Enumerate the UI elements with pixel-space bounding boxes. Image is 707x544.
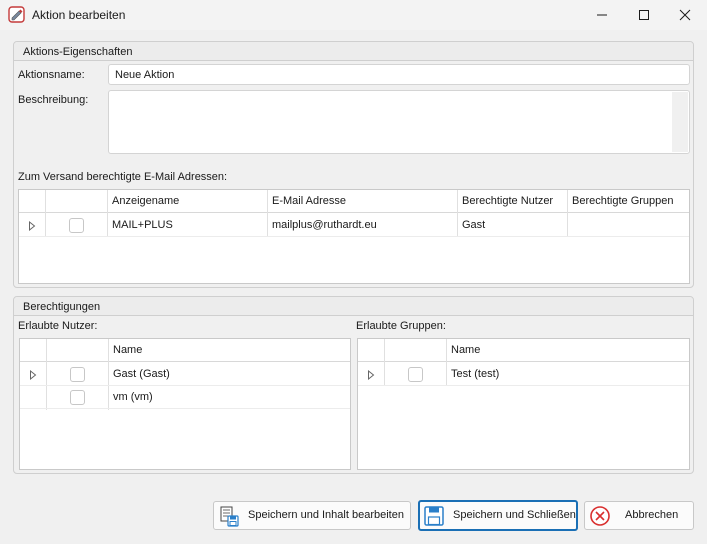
save-disk-icon <box>424 506 444 526</box>
minimize-icon <box>597 14 607 16</box>
row-expand-icon[interactable] <box>29 370 37 380</box>
title-bar: Aktion bearbeiten <box>0 0 707 30</box>
row-checkbox[interactable] <box>408 367 423 382</box>
save-and-close-button[interactable]: Speichern und Schließen <box>418 500 578 531</box>
cancel-circle-icon <box>590 506 610 526</box>
user-name-cell: vm (vm) <box>113 391 153 403</box>
action-properties-title: Aktions-Eigenschaften <box>23 46 133 58</box>
user-name-cell: Gast (Gast) <box>113 368 170 380</box>
permissions-title: Berechtigungen <box>23 301 101 313</box>
minimize-button[interactable] <box>580 0 624 30</box>
close-button[interactable] <box>663 0 707 30</box>
groups-cell <box>568 214 690 237</box>
row-checkbox[interactable] <box>70 367 85 382</box>
description-input[interactable] <box>108 90 690 154</box>
column-header-group-name[interactable]: Name <box>447 339 647 362</box>
save-document-icon <box>220 506 239 527</box>
save-and-edit-label: Speichern und Inhalt bearbeiten <box>248 509 404 521</box>
cancel-button[interactable]: Abbrechen <box>584 501 694 530</box>
table-row[interactable]: Test (test) <box>358 363 689 386</box>
email-grid: Anzeigename E-Mail Adresse Berechtigte N… <box>18 189 690 284</box>
email-cell: mailplus@ruthardt.eu <box>272 219 377 231</box>
column-header-display-name[interactable]: Anzeigename <box>108 190 268 213</box>
window-title: Aktion bearbeiten <box>32 8 126 22</box>
allowed-groups-label: Erlaubte Gruppen: <box>356 320 446 332</box>
save-and-edit-button[interactable]: Speichern und Inhalt bearbeiten <box>213 501 411 530</box>
groups-grid-header: Name <box>358 339 689 362</box>
row-checkbox[interactable] <box>70 390 85 405</box>
table-row[interactable]: MAIL+PLUS mailplus@ruthardt.eu Gast <box>19 214 689 237</box>
users-cell: Gast <box>462 219 486 231</box>
action-name-input[interactable]: Neue Aktion <box>108 64 690 85</box>
permissions-group: Berechtigungen Erlaubte Nutzer: Erlaubte… <box>13 296 694 474</box>
column-header-groups[interactable]: Berechtigte Gruppen <box>568 190 690 213</box>
column-header-email[interactable]: E-Mail Adresse <box>268 190 458 213</box>
allowed-users-grid: Name Gast (Gast) vm (vm) <box>19 338 351 470</box>
maximize-icon <box>639 10 649 20</box>
table-row[interactable]: vm (vm) <box>20 386 350 409</box>
action-name-label: Aktionsname: <box>18 69 85 81</box>
row-expand-icon[interactable] <box>28 221 36 231</box>
description-label: Beschreibung: <box>18 94 89 106</box>
row-checkbox[interactable] <box>69 218 84 233</box>
row-expand-icon[interactable] <box>367 370 375 380</box>
email-grid-header: Anzeigename E-Mail Adresse Berechtigte N… <box>19 190 689 213</box>
table-row[interactable]: Gast (Gast) <box>20 363 350 386</box>
display-name-cell: MAIL+PLUS <box>112 219 173 231</box>
action-properties-header: Aktions-Eigenschaften <box>14 42 693 61</box>
users-grid-header: Name <box>20 339 350 362</box>
column-header-user-name[interactable]: Name <box>109 339 309 362</box>
column-header-users[interactable]: Berechtigte Nutzer <box>458 190 568 213</box>
group-name-cell: Test (test) <box>451 368 500 380</box>
save-and-close-label: Speichern und Schließen <box>453 509 576 521</box>
action-properties-group: Aktions-Eigenschaften Aktionsname: Neue … <box>13 41 694 288</box>
cancel-label: Abbrechen <box>625 509 679 521</box>
permissions-header: Berechtigungen <box>14 297 693 316</box>
description-scrollbar[interactable] <box>672 92 688 152</box>
app-edit-icon <box>8 6 25 23</box>
close-icon <box>679 9 691 21</box>
allowed-users-label: Erlaubte Nutzer: <box>18 320 98 332</box>
maximize-button[interactable] <box>622 0 666 30</box>
allowed-groups-grid: Name Test (test) <box>357 338 690 470</box>
email-section-label: Zum Versand berechtigte E-Mail Adressen: <box>18 171 228 183</box>
